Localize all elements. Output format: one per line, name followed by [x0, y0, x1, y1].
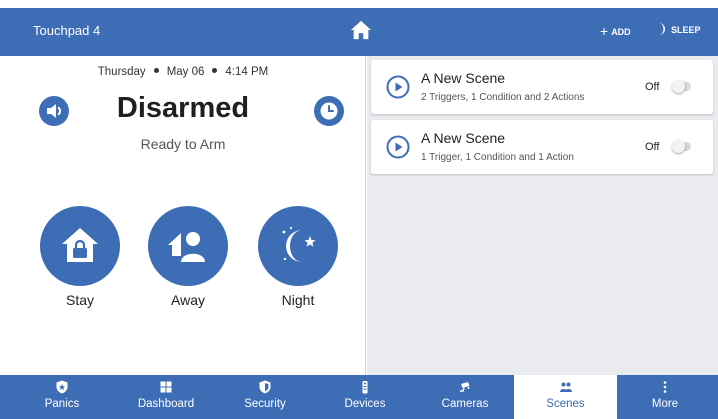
sleep-button[interactable]: SLEEP	[657, 23, 701, 35]
arm-night-label: Night	[281, 292, 315, 308]
arm-stay-button[interactable]: Stay	[40, 206, 120, 308]
nav-dashboard[interactable]: Dashboard	[126, 375, 206, 419]
separator-dot	[212, 68, 218, 73]
arm-substatus: Ready to Arm	[140, 136, 226, 152]
device-title: Touchpad 4	[33, 23, 101, 38]
time-label: 4:14 PM	[225, 66, 269, 78]
scene-toggle[interactable]	[672, 140, 691, 153]
scene-name: A New Scene	[421, 70, 506, 86]
arm-away-button[interactable]: Away	[148, 206, 228, 308]
nav-panics[interactable]: Panics	[28, 375, 96, 419]
clock-button[interactable]	[314, 96, 344, 126]
more-vertical-icon	[663, 381, 667, 393]
plus-icon: +	[600, 23, 609, 39]
moon-icon	[659, 23, 665, 35]
nav-label: More	[651, 398, 679, 410]
scene-description: 2 Triggers, 1 Condition and 2 Actions	[421, 92, 585, 103]
nav-scenes[interactable]: Scenes	[514, 375, 617, 419]
scenes-icon	[559, 382, 572, 392]
clock-icon	[320, 102, 338, 120]
arm-status: Disarmed	[116, 92, 250, 124]
remote-icon	[362, 381, 368, 394]
nav-devices[interactable]: Devices	[330, 375, 400, 419]
moon-stars-icon	[282, 226, 316, 262]
date-time: Thursday May 06 4:14 PM	[0, 66, 366, 78]
nav-more[interactable]: More	[630, 375, 700, 419]
arm-away-label: Away	[171, 292, 205, 308]
date-label: May 06	[166, 66, 205, 78]
add-label: ADD	[611, 27, 631, 37]
top-bar: Touchpad 4 + ADD SLEEP	[0, 8, 718, 56]
arm-stay-label: Stay	[65, 292, 94, 308]
home-lock-icon	[62, 228, 98, 262]
sleep-label: SLEEP	[671, 25, 701, 35]
scene-state: Off	[645, 81, 660, 93]
scene-description: 1 Trigger, 1 Condition and 1 Action	[421, 152, 574, 163]
nav-label: Security	[244, 398, 286, 410]
nav-cameras[interactable]: Cameras	[430, 375, 500, 419]
scene-toggle[interactable]	[672, 80, 691, 93]
arm-night-button[interactable]: Night	[258, 206, 338, 308]
nav-label: Devices	[344, 398, 386, 410]
separator-dot	[153, 68, 159, 73]
scenes-panel: A New Scene 2 Triggers, 1 Condition and …	[367, 56, 718, 375]
camera-icon	[460, 382, 470, 392]
people-icon	[168, 232, 205, 262]
toggle-knob	[672, 140, 685, 153]
play-icon[interactable]	[386, 75, 410, 99]
toggle-knob	[672, 80, 685, 93]
grid-icon	[160, 381, 172, 393]
nav-label: Cameras	[441, 398, 489, 410]
home-icon[interactable]	[350, 19, 372, 41]
nav-label: Panics	[44, 398, 80, 410]
shield-icon	[259, 380, 271, 394]
nav-label: Scenes	[546, 398, 585, 410]
play-icon[interactable]	[386, 135, 410, 159]
bottom-nav: Panics Dashboard Security Devices Camera…	[0, 375, 718, 419]
security-panel: Thursday May 06 4:14 PM Disarmed Ready to …	[0, 56, 366, 375]
day-label: Thursday	[97, 66, 146, 78]
add-button[interactable]: + ADD	[600, 23, 631, 39]
scene-card[interactable]: A New Scene 1 Trigger, 1 Condition and 1…	[371, 120, 713, 174]
nav-label: Dashboard	[137, 398, 195, 410]
scene-name: A New Scene	[421, 130, 506, 146]
scene-card[interactable]: A New Scene 2 Triggers, 1 Condition and …	[371, 60, 713, 114]
shield-star-icon	[56, 380, 68, 394]
scene-state: Off	[645, 141, 660, 153]
nav-security[interactable]: Security	[230, 375, 300, 419]
